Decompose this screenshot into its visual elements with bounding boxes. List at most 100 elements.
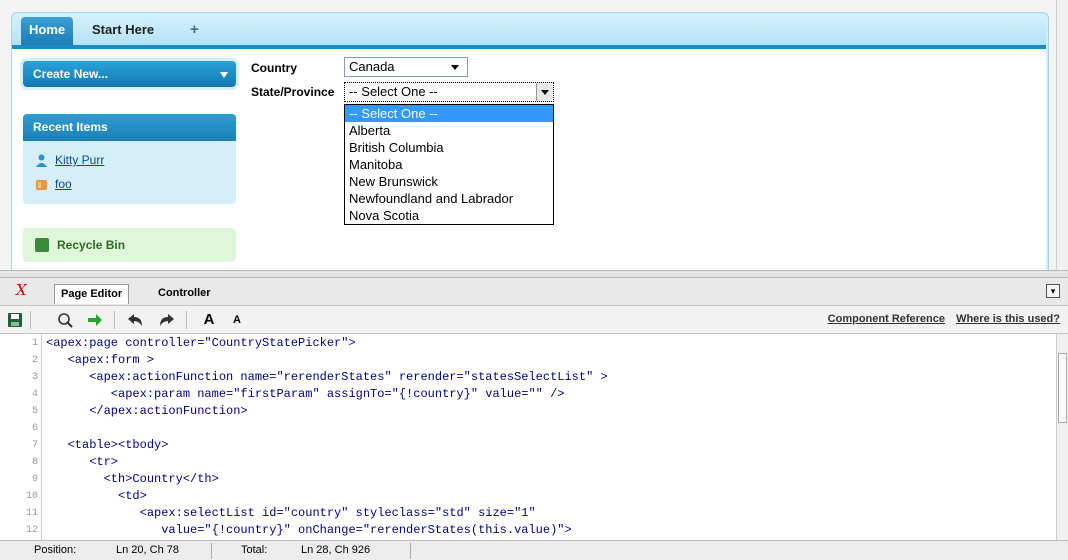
code-text: <apex:actionFunction name="rerenderState… [46,370,608,384]
code-line: 4 <apex:param name="firstParam" assignTo… [0,386,1056,403]
state-dropdown-list: -- Select One -- Alberta British Columbi… [344,104,554,225]
custom-object-icon [36,180,47,190]
add-tab-button[interactable]: + [182,17,207,45]
state-select[interactable]: -- Select One -- [344,82,554,102]
go-to-line-icon[interactable] [86,311,104,329]
line-number: 7 [31,440,38,451]
recycle-bin-label: Recycle Bin [57,238,126,252]
state-option[interactable]: Alberta [345,122,553,139]
editor-links: Component Reference Where is this used? [820,313,1060,325]
code-line: 6 [0,420,1056,437]
code-text: <apex:selectList id="country" styleclass… [46,506,536,520]
toolbar-separator [114,311,115,329]
position-label: Position: [34,544,77,556]
create-new-button[interactable]: Create New... [23,61,236,87]
close-icon[interactable]: X [16,281,27,299]
dev-tab-bar: X Page Editor Controller ▾ [0,278,1068,306]
collapse-panel-icon[interactable]: ▾ [1046,284,1060,298]
status-divider [410,543,411,559]
code-line: 5 </apex:actionFunction> [0,403,1056,420]
state-dropdown-button[interactable] [536,83,553,101]
country-select-value: Canada [349,59,395,74]
create-new-label: Create New... [33,67,108,81]
tab-bar: Home Start Here + [12,13,1046,45]
recent-item-link[interactable]: Kitty Purr [55,153,104,167]
line-number: 3 [31,372,38,383]
line-number: 11 [25,508,38,519]
state-option[interactable]: Nova Scotia [345,207,553,224]
line-number: 10 [25,491,38,502]
chevron-down-icon [451,65,459,70]
code-text: <apex:page controller="CountryStatePicke… [46,336,356,350]
toolbar-separator [186,311,187,329]
status-bar: Position: Ln 20, Ch 78 Total: Ln 28, Ch … [0,540,1068,560]
total-value: Ln 28, Ch 926 [301,544,371,556]
panel-splitter[interactable] [0,270,1068,278]
recent-item-link[interactable]: foo [55,177,72,191]
state-option[interactable]: New Brunswick [345,173,553,190]
app-area: Home Start Here + Create New... Recent I… [0,0,1056,271]
editor-toolbar: A A Component Reference Where is this us… [0,306,1068,334]
code-line: 3 <apex:actionFunction name="rerenderSta… [0,369,1056,386]
where-used-link[interactable]: Where is this used? [956,313,1060,325]
state-option[interactable]: British Columbia [345,139,553,156]
redo-icon[interactable] [158,311,176,329]
chevron-down-icon [541,90,549,95]
state-select-value: -- Select One -- [349,84,438,99]
total-label: Total: [241,544,268,556]
code-line: 1 <apex:page controller="CountryStatePick… [0,335,1056,352]
country-select[interactable]: Canada [344,57,468,77]
increase-font-button[interactable]: A [200,311,218,329]
component-reference-link[interactable]: Component Reference [828,313,945,325]
code-line: 2 <apex:form > [0,352,1056,369]
code-text: <apex:param name="firstParam" assignTo="… [46,387,565,401]
tab-page-editor[interactable]: Page Editor [54,284,130,304]
code-line: 12 value="{!country}" onChange="rerender… [0,522,1056,539]
code-text: <apex:form > [46,353,155,367]
line-number: 9 [31,474,38,485]
recent-items-header: Recent Items [23,114,236,141]
recent-item[interactable]: Kitty Purr [35,151,104,169]
code-line: 10 <td> [0,488,1056,505]
line-number: 6 [31,423,38,434]
code-text: <table><tbody> [46,438,169,452]
recent-item[interactable]: foo [35,175,72,193]
tab-controller[interactable]: Controller [152,284,217,304]
tab-start-here[interactable]: Start Here [84,17,162,45]
code-line: 11 <apex:selectList id="country" stylecl… [0,505,1056,522]
line-number: 4 [31,389,38,400]
undo-icon[interactable] [126,311,144,329]
line-number: 8 [31,457,38,468]
position-value: Ln 20, Ch 78 [116,544,179,556]
line-number: 2 [31,355,38,366]
code-text: value="{!country}" onChange="rerenderSta… [46,523,572,537]
chevron-down-icon [220,72,228,78]
code-editor[interactable]: 1 <apex:page controller="CountryStatePick… [0,334,1056,540]
contact-icon [36,154,47,167]
line-number: 12 [25,525,38,536]
decrease-font-button[interactable]: A [228,311,246,329]
page-scrollbar[interactable] [1056,0,1068,270]
recycle-bin[interactable]: Recycle Bin [23,228,236,262]
toolbar-separator [30,311,31,329]
code-text: <tr> [46,455,119,469]
country-label: Country [251,61,297,75]
state-label: State/Province [251,85,335,99]
code-line: 7 <table><tbody> [0,437,1056,454]
search-icon[interactable] [56,311,74,329]
code-text: <td> [46,489,147,503]
save-icon[interactable] [6,311,24,329]
code-text: </apex:actionFunction> [46,404,248,418]
state-option[interactable]: -- Select One -- [345,105,553,122]
recent-items-list: Kitty Purr foo [23,141,236,204]
code-line: 8 <tr> [0,454,1056,471]
line-number: 5 [31,406,38,417]
line-number: 1 [31,338,38,349]
tab-home[interactable]: Home [21,17,73,45]
status-divider [211,543,212,559]
trash-icon [35,238,49,252]
code-text: <th>Country</th> [46,472,219,486]
editor-scroll-thumb[interactable] [1058,353,1067,423]
state-option[interactable]: Newfoundland and Labrador [345,190,553,207]
state-option[interactable]: Manitoba [345,156,553,173]
